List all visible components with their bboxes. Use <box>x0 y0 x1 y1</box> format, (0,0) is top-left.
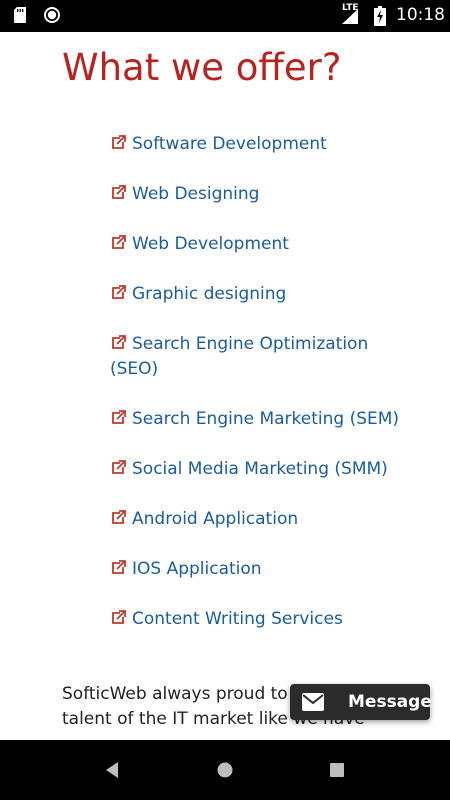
service-label: Social Media Marketing (SMM) <box>132 459 388 479</box>
service-label: Content Writing Services <box>132 609 343 629</box>
service-link-sem[interactable]: Search Engine Marketing (SEM) <box>110 407 410 432</box>
battery-charging-icon <box>374 6 386 26</box>
service-link-android-application[interactable]: Android Application <box>110 507 410 532</box>
external-link-icon <box>112 235 126 249</box>
service-label: Graphic designing <box>132 284 287 304</box>
circle-icon <box>44 7 60 23</box>
service-link-seo[interactable]: Search Engine Optimization (SEO) <box>110 332 410 382</box>
recents-icon[interactable] <box>328 761 346 779</box>
service-label: Search Engine Optimization (SEO) <box>110 334 369 379</box>
external-link-icon <box>112 185 126 199</box>
sd-card-icon <box>14 7 26 23</box>
page-title: What we offer? <box>62 46 342 89</box>
service-link-ios-application[interactable]: IOS Application <box>110 557 410 582</box>
service-link-web-development[interactable]: Web Development <box>110 232 410 257</box>
home-icon[interactable] <box>216 761 234 779</box>
service-label: IOS Application <box>132 559 262 579</box>
service-link-software-development[interactable]: Software Development <box>110 132 410 157</box>
page-content: What we offer? Software Development Web … <box>0 32 450 740</box>
message-button-label: Message <box>348 692 432 712</box>
message-button[interactable]: Message <box>290 684 432 720</box>
service-label: Software Development <box>132 134 327 154</box>
service-label: Search Engine Marketing (SEM) <box>132 409 400 429</box>
external-link-icon <box>112 460 126 474</box>
external-link-icon <box>112 285 126 299</box>
status-bar: LTE 10:18 <box>0 0 450 32</box>
external-link-icon <box>112 610 126 624</box>
service-label: Android Application <box>132 509 299 529</box>
service-link-graphic-designing[interactable]: Graphic designing <box>110 282 410 307</box>
service-link-smm[interactable]: Social Media Marketing (SMM) <box>110 457 410 482</box>
external-link-icon <box>112 510 126 524</box>
mail-icon <box>302 693 324 711</box>
external-link-icon <box>112 410 126 424</box>
navigation-bar <box>0 740 450 800</box>
external-link-icon <box>112 135 126 149</box>
service-label: Web Development <box>132 234 289 254</box>
signal-icon <box>342 9 358 24</box>
service-link-content-writing[interactable]: Content Writing Services <box>110 607 410 632</box>
external-link-icon <box>112 560 126 574</box>
clock: 10:18 <box>396 5 445 25</box>
back-icon[interactable] <box>103 761 121 779</box>
service-label: Web Designing <box>132 184 260 204</box>
service-link-web-designing[interactable]: Web Designing <box>110 182 410 207</box>
external-link-icon <box>112 335 126 349</box>
